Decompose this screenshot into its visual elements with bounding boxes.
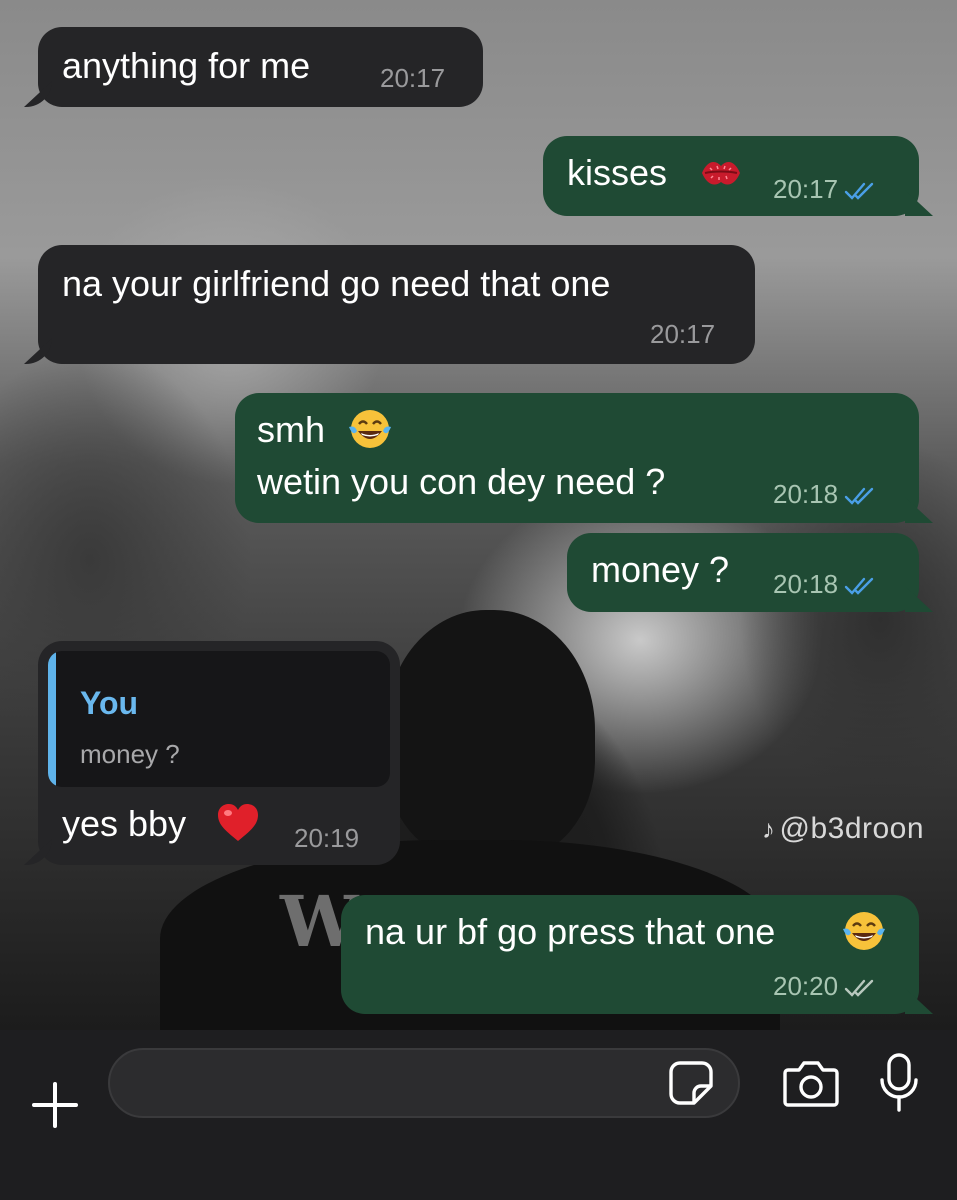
message-time-status: 20:18: [773, 569, 880, 599]
message-text: yes bby: [62, 803, 187, 844]
read-ticks-icon: [844, 487, 874, 505]
message-time: 20:17: [650, 319, 716, 349]
sticker-icon[interactable]: [668, 1060, 714, 1106]
message-text: money ?: [591, 549, 730, 590]
message-time: 20:20: [773, 971, 839, 1001]
message-text-line1: smh: [257, 409, 326, 450]
message-time: 20:17: [773, 174, 839, 204]
wallpaper-figure-head: [385, 610, 595, 860]
message-time-status: 20:18: [773, 479, 880, 509]
red-heart-emoji: [218, 804, 258, 841]
message-time: 20:17: [380, 63, 446, 93]
message-time: 20:19: [294, 823, 360, 853]
message-bubble-incoming[interactable]: anything for me 20:17: [38, 27, 483, 107]
tears-of-joy-emoji: [843, 912, 885, 950]
message-bubble-outgoing[interactable]: money ? 20:18: [567, 533, 919, 612]
message-bubble-outgoing[interactable]: na ur bf go press that one 20:20: [341, 895, 919, 1014]
tears-of-joy-emoji: [349, 410, 391, 448]
message-time-status: 20:20: [773, 971, 880, 1001]
quoted-text: money ?: [80, 739, 180, 769]
message-time: 20:18: [773, 479, 839, 509]
message-time-status: 20:17: [773, 174, 880, 204]
camera-icon[interactable]: [782, 1058, 840, 1108]
quoted-sender: You: [80, 685, 139, 721]
message-input[interactable]: [108, 1048, 740, 1118]
message-bubble-outgoing[interactable]: smh wetin you con dey need ? 20:18: [235, 393, 919, 523]
message-text: na ur bf go press that one: [365, 911, 776, 952]
tiktok-icon: ♪: [762, 814, 776, 844]
message-time: 20:18: [773, 569, 839, 599]
message-bubble-incoming-reply[interactable]: You money ? yes bby 20:19: [38, 641, 400, 865]
watermark-handle: @b3droon: [779, 812, 925, 845]
message-text: kisses: [567, 152, 668, 193]
message-bubble-outgoing[interactable]: kisses 20:17: [543, 136, 919, 216]
read-ticks-icon: [844, 577, 874, 595]
plus-icon[interactable]: [30, 1080, 80, 1130]
message-composer: [0, 1030, 957, 1200]
message-text: na your girlfriend go need that one: [62, 263, 611, 304]
quoted-reply[interactable]: You money ?: [48, 651, 390, 787]
message-text: anything for me: [62, 45, 311, 86]
message-bubble-incoming[interactable]: na your girlfriend go need that one 20:1…: [38, 245, 755, 364]
quote-accent-bar: [48, 651, 56, 787]
delivered-ticks-icon: [844, 979, 874, 997]
message-text-line2: wetin you con dey need ?: [257, 461, 666, 502]
kiss-mark-emoji: [702, 161, 740, 185]
read-ticks-icon: [844, 182, 874, 200]
tiktok-watermark: ♪ @b3droon: [762, 812, 924, 846]
microphone-icon[interactable]: [878, 1052, 920, 1114]
